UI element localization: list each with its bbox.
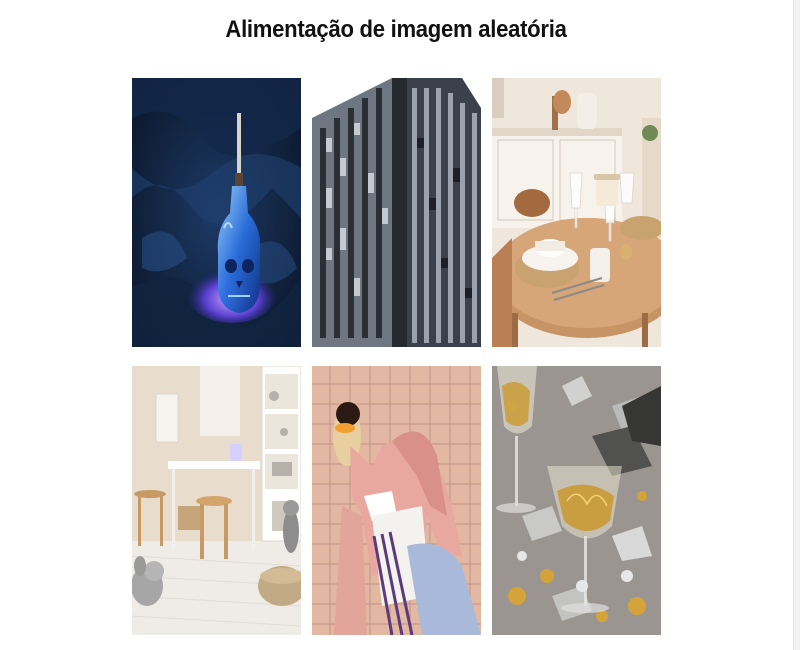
crystal-skull-bottle-image [132,78,301,347]
image-feed-grid [132,78,662,635]
skyscraper-image [312,78,481,347]
feed-image-fashion-portrait[interactable] [312,366,481,635]
kids-room-image [132,366,301,635]
feed-image-skyscraper[interactable] [312,78,481,347]
feed-image-champagne-confetti[interactable] [492,366,661,635]
feed-image-kids-room[interactable] [132,366,301,635]
feed-image-dining-table[interactable] [492,78,661,347]
feed-image-crystal-skull-bottle[interactable] [132,78,301,347]
champagne-confetti-image [492,366,661,635]
fashion-portrait-image [312,366,481,635]
page: Alimentação de imagem aleatória [0,0,800,650]
scrollbar-track[interactable] [793,0,800,650]
page-title: Alimentação de imagem aleatória [225,16,567,43]
dining-table-image [492,78,661,347]
